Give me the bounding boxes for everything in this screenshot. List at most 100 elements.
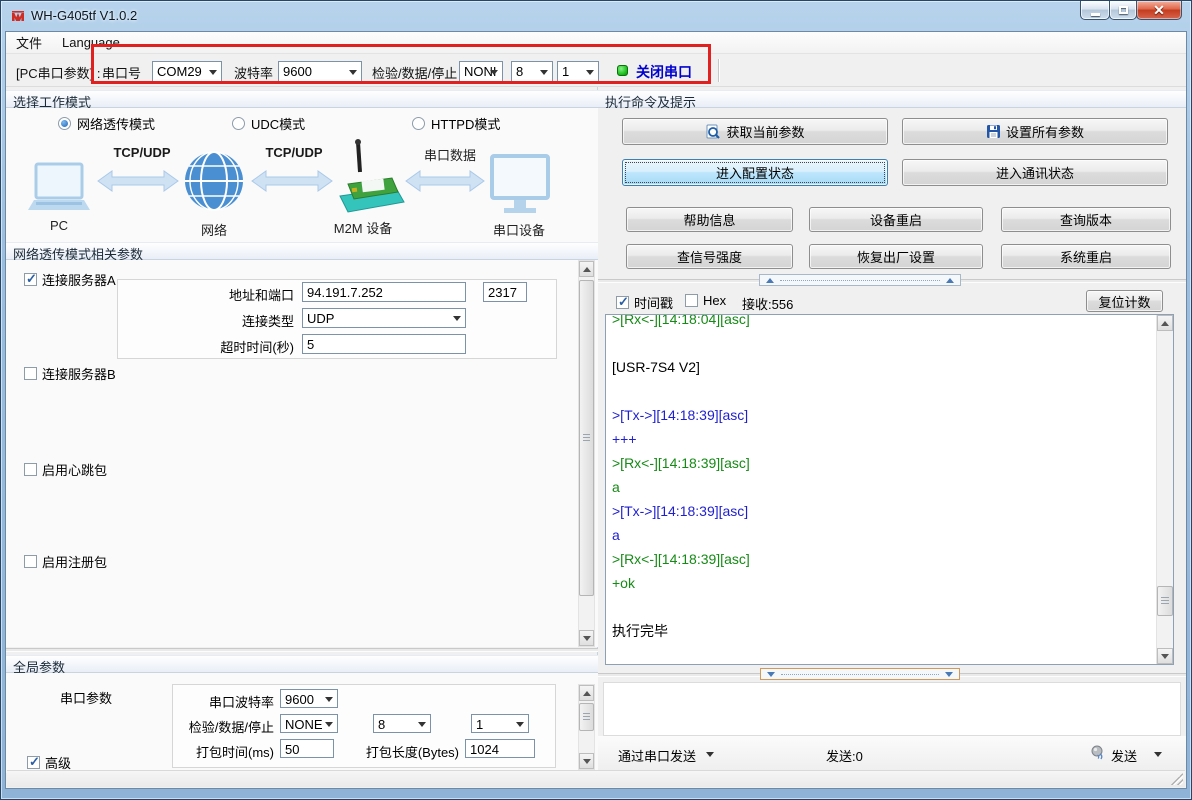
log-line	[612, 379, 1153, 403]
checkbox-icon	[24, 463, 37, 476]
maximize-button[interactable]	[1109, 1, 1137, 20]
set-params-button[interactable]: 设置所有参数	[902, 118, 1168, 145]
titlebar[interactable]: WH-G405tf V1.0.2 ✕	[1, 1, 1191, 31]
scrollbar-thumb[interactable]	[579, 703, 594, 731]
global-params-scrollbar[interactable]	[578, 684, 595, 770]
send-via-serial-select[interactable]: 通过串口发送	[618, 746, 696, 765]
log-line: [USR-7S4 V2]	[612, 355, 1153, 379]
minimize-button[interactable]	[1080, 1, 1110, 20]
radio-udc-mode[interactable]: UDC模式	[232, 114, 305, 133]
chevron-down-icon	[325, 722, 333, 727]
scroll-down-icon[interactable]	[1157, 648, 1173, 664]
net-params-header: 网络透传模式相关参数	[6, 242, 598, 260]
checkbox-register-packet[interactable]: 启用注册包	[24, 552, 107, 571]
radio-icon	[58, 117, 71, 130]
scrollbar-thumb[interactable]	[579, 280, 594, 596]
log-splitter-handle[interactable]	[759, 274, 961, 286]
net-params-scrollbar[interactable]	[578, 260, 595, 647]
timeout-input[interactable]: 5	[302, 334, 466, 354]
resize-grip[interactable]	[1171, 773, 1183, 785]
log-line: +ok	[612, 571, 1153, 595]
scroll-up-icon[interactable]	[579, 685, 594, 701]
log-line	[612, 595, 1153, 619]
server-a-address-input[interactable]: 94.191.7.252	[302, 282, 466, 302]
close-icon: ✕	[1153, 3, 1165, 17]
query-version-button[interactable]: 查询版本	[1001, 207, 1171, 232]
checkbox-timestamp[interactable]: 时间戳	[616, 293, 673, 312]
pack-time-label: 打包时间(ms)	[196, 742, 274, 761]
conn-type-label: 连接类型	[242, 311, 294, 330]
send-button[interactable]: 发送	[1111, 746, 1137, 765]
log-output[interactable]: >[Rx<-][14:18:04][asc] [USR-7S4 V2] >[Tx…	[605, 314, 1174, 665]
pack-length-label: 打包长度(Bytes)	[366, 742, 459, 761]
device-reboot-button[interactable]: 设备重启	[809, 207, 983, 232]
serial-databits-select[interactable]: 8	[373, 714, 431, 733]
checkbox-icon	[685, 294, 698, 307]
log-line: a	[612, 475, 1153, 499]
serial-baud-select[interactable]: 9600	[280, 689, 338, 708]
factory-reset-button[interactable]: 恢复出厂设置	[809, 244, 983, 269]
sent-count-label: 发送:0	[826, 746, 863, 765]
recv-count-label: 接收:556	[742, 294, 793, 313]
link-label-tcp-udp-1: TCP/UDP	[106, 145, 178, 160]
checkbox-heartbeat[interactable]: 启用心跳包	[24, 460, 107, 479]
m2m-device-icon	[340, 139, 404, 212]
scrollbar-thumb[interactable]	[1157, 586, 1173, 616]
send-sound-icon	[1090, 744, 1106, 760]
serial-group-label: 串口参数	[60, 688, 112, 707]
radio-httpd-mode[interactable]: HTTPD模式	[412, 114, 500, 133]
query-signal-button[interactable]: 查信号强度	[626, 244, 793, 269]
reset-counter-button[interactable]: 复位计数	[1086, 290, 1163, 312]
arrow-icon	[252, 171, 332, 191]
checkbox-server-b[interactable]: 连接服务器B	[24, 364, 116, 383]
enter-config-button[interactable]: 进入配置状态	[622, 159, 888, 186]
serial-pds-label: 检验/数据/停止	[189, 717, 274, 736]
checkbox-icon	[27, 756, 40, 769]
arrow-icon	[406, 171, 484, 191]
commands-header: 执行命令及提示	[598, 90, 1187, 108]
pack-time-input[interactable]: 50	[280, 739, 334, 758]
serial-baud-label: 串口波特率	[209, 692, 274, 711]
collapse-down-icon	[945, 672, 953, 677]
chevron-down-icon	[516, 722, 524, 727]
chevron-down-icon[interactable]	[706, 752, 714, 757]
conn-type-select[interactable]: UDP	[302, 308, 466, 328]
send-splitter-handle[interactable]	[760, 668, 960, 680]
global-params-header: 全局参数	[6, 655, 598, 673]
window-title: WH-G405tf V1.0.2	[31, 8, 137, 23]
server-a-port-input[interactable]: 2317	[483, 282, 527, 302]
close-button[interactable]: ✕	[1136, 1, 1182, 20]
enter-comm-button[interactable]: 进入通讯状态	[902, 159, 1168, 186]
node-label-pc: PC	[34, 218, 84, 233]
checkbox-hex[interactable]: Hex	[685, 293, 726, 308]
serial-stopbits-select[interactable]: 1	[471, 714, 529, 733]
log-scrollbar[interactable]	[1156, 315, 1173, 664]
log-line: 执行完毕	[612, 619, 1153, 643]
pc-laptop-icon	[28, 164, 90, 210]
scroll-down-icon[interactable]	[579, 630, 594, 646]
scroll-up-icon[interactable]	[1157, 315, 1173, 331]
addr-port-label: 地址和端口	[229, 285, 294, 304]
serial-parity-select[interactable]: NONE	[280, 714, 338, 733]
help-button[interactable]: 帮助信息	[626, 207, 793, 232]
system-reboot-button[interactable]: 系统重启	[1001, 244, 1171, 269]
serial-params-group: 串口波特率 9600 检验/数据/停止 NONE 8 1 打包时间(ms) 50…	[172, 684, 556, 768]
log-lines: >[Rx<-][14:18:04][asc] [USR-7S4 V2] >[Tx…	[612, 314, 1153, 664]
scroll-up-icon[interactable]	[579, 261, 594, 277]
scroll-down-icon[interactable]	[579, 753, 594, 769]
get-params-button[interactable]: 获取当前参数	[622, 118, 888, 145]
save-floppy-icon	[986, 124, 1001, 139]
pack-length-input[interactable]: 1024	[465, 739, 535, 758]
checkbox-icon	[24, 555, 37, 568]
collapse-up-icon	[946, 278, 954, 283]
checkbox-server-a[interactable]: 连接服务器A	[24, 270, 116, 289]
checkbox-icon	[24, 367, 37, 380]
send-input-area[interactable]	[603, 682, 1181, 736]
left-splitter[interactable]	[6, 648, 598, 652]
node-label-serial-device: 串口设备	[484, 220, 554, 239]
radio-net-transparent-mode[interactable]: 网络透传模式	[58, 114, 155, 133]
log-line: >[Tx->][14:18:39][asc]	[612, 499, 1153, 523]
server-a-group: 地址和端口 94.191.7.252 2317 连接类型 UDP 超时时间(秒)…	[117, 279, 557, 359]
work-mode-header: 选择工作模式	[6, 90, 598, 108]
chevron-down-icon[interactable]	[1154, 752, 1162, 757]
